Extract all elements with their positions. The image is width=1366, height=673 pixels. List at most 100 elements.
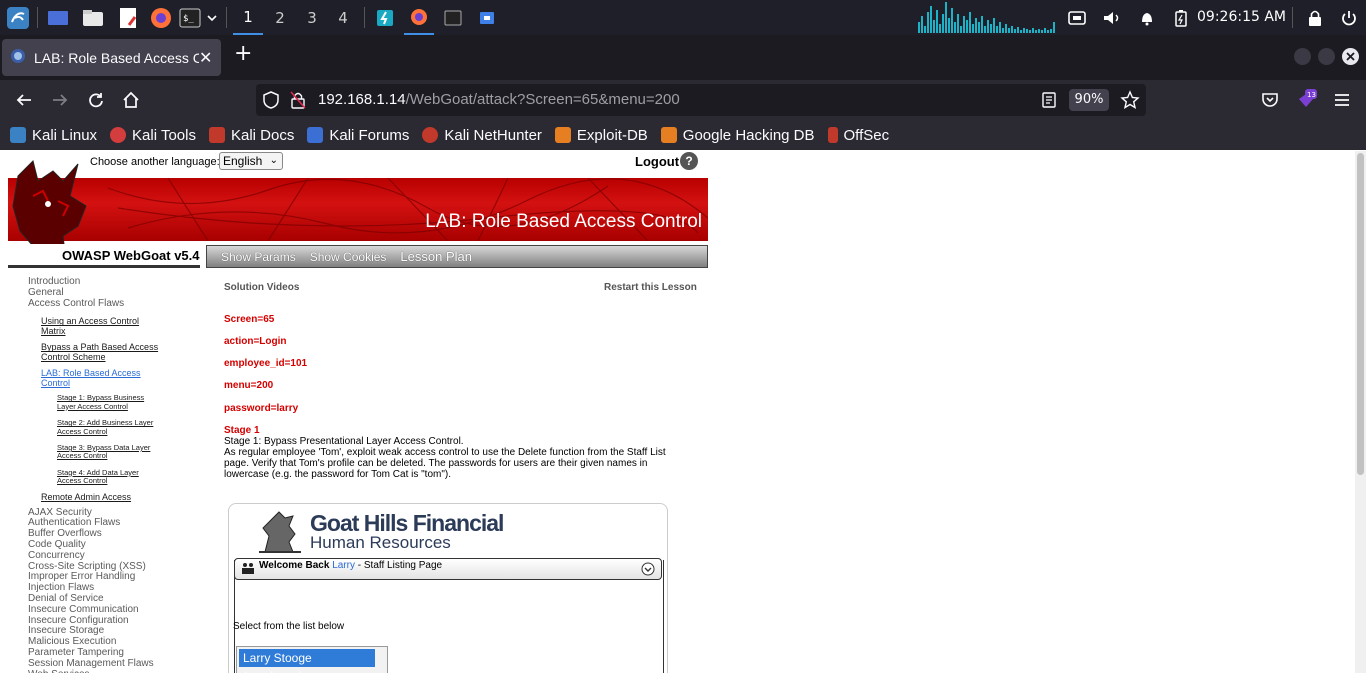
- ghdb-icon: [660, 127, 677, 143]
- bookmark-exploit-db[interactable]: Exploit-DB: [554, 126, 648, 144]
- sidebar-item-access-control-matrix[interactable]: Using an Access Control Matrix: [41, 316, 151, 336]
- staff-listbox[interactable]: Larry Stooge (employee): [236, 646, 388, 673]
- banner-title: LAB: Role Based Access Control: [425, 211, 702, 232]
- bookmark-label: Kali Linux: [32, 126, 98, 144]
- sidebar-item-general[interactable]: General: [28, 287, 198, 299]
- bookmark-kali-tools[interactable]: Kali Tools: [110, 127, 196, 144]
- sidebar-stage-2[interactable]: Stage 2: Add Business Layer Access Contr…: [57, 419, 172, 436]
- stage-description-3: page. Verify that Tom's profile can be d…: [224, 458, 648, 469]
- select-label: Select from the list below: [233, 621, 345, 632]
- sidebar-item-access-control-flaws[interactable]: Access Control Flaws: [28, 298, 198, 310]
- file-manager-icon[interactable]: [79, 0, 107, 35]
- bookmarks-toolbar: Kali Linux Kali Tools Kali Docs Kali For…: [0, 120, 1366, 150]
- bookmark-offsec[interactable]: OffSec: [827, 126, 890, 144]
- welcome-user: Larry: [332, 560, 355, 571]
- sidebar-item-remote-admin[interactable]: Remote Admin Access: [41, 492, 198, 502]
- screenshot-tray-icon[interactable]: [1064, 0, 1090, 35]
- sidebar-item-path-based-access[interactable]: Bypass a Path Based Access Control Schem…: [41, 342, 166, 362]
- bookmark-label: Exploit-DB: [576, 126, 648, 144]
- lesson-plan-link[interactable]: Lesson Plan: [400, 249, 472, 264]
- sidebar-stage-4[interactable]: Stage 4: Add Data Layer Access Control: [57, 468, 157, 486]
- sidebar-category[interactable]: Session Management Flaws: [28, 658, 198, 670]
- chevron-down-icon: ⌄: [269, 155, 278, 166]
- kali-forums-icon: [307, 127, 324, 143]
- param-action: action=Login: [224, 336, 287, 347]
- new-tab-icon[interactable]: +: [234, 41, 252, 66]
- firefox-launcher-icon[interactable]: [147, 0, 175, 35]
- shield-icon[interactable]: [262, 90, 280, 114]
- bookmark-google-hacking-db[interactable]: Google Hacking DB: [660, 126, 815, 144]
- power-icon[interactable]: [1336, 0, 1362, 35]
- logout-link[interactable]: Logout: [635, 154, 679, 169]
- stage-description-1: Stage 1: Bypass Presentational Layer Acc…: [224, 436, 464, 447]
- app-window-icon[interactable]: [371, 0, 399, 35]
- volume-icon[interactable]: [1099, 0, 1125, 35]
- sidebar-stage-1[interactable]: Stage 1: Bypass Business Layer Access Co…: [57, 394, 162, 411]
- sidebar-item-role-based-access[interactable]: LAB: Role Based Access Control: [41, 368, 151, 388]
- terminal-window-icon[interactable]: [439, 0, 467, 35]
- extension-badge: 13: [1307, 91, 1316, 99]
- webgoat-brand: OWASP WebGoat v5.4: [8, 244, 200, 268]
- insecure-lock-icon[interactable]: [290, 91, 306, 113]
- maximize-button[interactable]: [1318, 48, 1335, 65]
- forward-arrow-icon[interactable]: [44, 80, 76, 120]
- desktop-icon[interactable]: [44, 0, 72, 35]
- bookmark-kali-forums[interactable]: Kali Forums: [307, 127, 409, 144]
- language-select[interactable]: English ⌄: [219, 152, 283, 170]
- notification-bell-icon[interactable]: [1134, 0, 1160, 35]
- welcome-suffix: - Staff Listing Page: [354, 560, 443, 571]
- tab-strip: LAB: Role Based Access C ✕ +: [0, 35, 1366, 80]
- firefox-window-icon[interactable]: [404, 0, 434, 35]
- sidebar-category[interactable]: Web Services: [28, 669, 198, 673]
- page-content: Choose another language: English ⌄ Logout…: [0, 151, 1355, 673]
- bookmark-star-icon[interactable]: [1120, 90, 1140, 114]
- sidebar-category[interactable]: Concurrency: [28, 550, 198, 562]
- minimize-button[interactable]: [1294, 48, 1311, 65]
- stage-heading: Stage 1: [224, 425, 260, 436]
- pocket-icon[interactable]: [1254, 80, 1286, 120]
- reader-view-icon[interactable]: [1041, 91, 1057, 113]
- sidebar-category[interactable]: Insecure Communication: [28, 604, 198, 616]
- sidebar-stage-3[interactable]: Stage 3: Bypass Data Layer Access Contro…: [57, 443, 165, 461]
- url-text[interactable]: 192.168.1.14/WebGoat/attack?Screen=65&me…: [318, 84, 680, 116]
- bookmark-kali-nethunter[interactable]: Kali NetHunter: [422, 127, 542, 144]
- battery-icon[interactable]: [1168, 0, 1194, 35]
- bookmark-kali-docs[interactable]: Kali Docs: [208, 127, 294, 144]
- zoom-level[interactable]: 90%: [1069, 89, 1109, 111]
- cpu-graph: [918, 2, 1055, 33]
- help-icon[interactable]: ?: [680, 152, 698, 170]
- kali-menu-icon[interactable]: [4, 0, 32, 35]
- staff-list-item[interactable]: Larry Stooge (employee): [239, 649, 375, 673]
- app-menu-icon[interactable]: [1326, 80, 1358, 120]
- lesson-banner: LAB: Role Based Access Control: [8, 178, 708, 241]
- lock-screen-icon[interactable]: [1302, 0, 1328, 35]
- restart-lesson-link[interactable]: Restart this Lesson: [604, 282, 697, 293]
- lesson-menu-bar: Show Params Show Cookies Lesson Plan: [206, 245, 708, 268]
- bookmark-kali-linux[interactable]: Kali Linux: [10, 127, 97, 144]
- browser-tab[interactable]: LAB: Role Based Access C ✕: [2, 39, 221, 76]
- workspace-1[interactable]: 1: [233, 0, 263, 35]
- home-icon[interactable]: [115, 80, 147, 120]
- workspace-3[interactable]: 3: [297, 0, 327, 35]
- collapse-icon[interactable]: [641, 562, 655, 581]
- extension-icon[interactable]: 13: [1290, 80, 1322, 120]
- workspace-2[interactable]: 2: [265, 0, 295, 35]
- reload-icon[interactable]: [80, 80, 112, 120]
- generic-window-icon[interactable]: [473, 0, 501, 35]
- bookmark-label: Kali Tools: [132, 126, 196, 144]
- bookmark-label: OffSec: [843, 126, 890, 144]
- back-arrow-icon[interactable]: [8, 80, 40, 120]
- scrollbar-thumb[interactable]: [1357, 153, 1364, 475]
- tab-close-icon[interactable]: ✕: [199, 48, 212, 67]
- terminal-launcher-icon[interactable]: $_: [178, 0, 220, 35]
- close-window-button[interactable]: [1342, 48, 1359, 65]
- text-editor-icon[interactable]: [114, 0, 142, 35]
- clock[interactable]: 09:26:15 AM: [1197, 0, 1286, 35]
- workspace-4[interactable]: 4: [328, 0, 358, 35]
- show-params-link[interactable]: Show Params: [221, 250, 296, 264]
- bookmark-label: Kali NetHunter: [444, 126, 542, 144]
- show-cookies-link[interactable]: Show Cookies: [310, 250, 387, 264]
- param-menu: menu=200: [224, 380, 274, 391]
- bookmark-label: Google Hacking DB: [682, 126, 815, 144]
- solution-videos-link[interactable]: Solution Videos: [224, 282, 299, 293]
